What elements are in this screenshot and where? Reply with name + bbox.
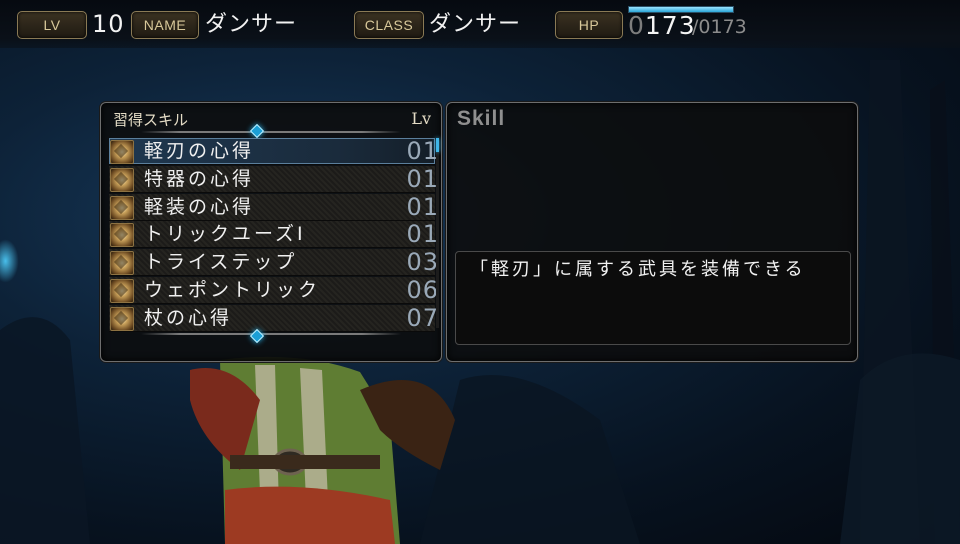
skill-crest-icon xyxy=(110,140,134,164)
skill-row[interactable]: 特器の心得 01 xyxy=(109,165,438,193)
skill-name: トライステップ xyxy=(144,251,298,274)
skill-crest-icon xyxy=(110,251,134,276)
scroll-up-indicator-icon xyxy=(249,123,265,139)
footer-divider xyxy=(141,333,401,335)
skill-level: 03 xyxy=(406,248,439,277)
status-bar: LV 10 NAME ダンサー CLASS ダンサー HP 0173 /0173 xyxy=(0,0,960,48)
skill-list-scrollbar[interactable] xyxy=(436,138,439,328)
skill-name: 軽装の心得 xyxy=(144,195,255,218)
character-name: ダンサー xyxy=(205,12,298,37)
skill-name: トリックユーズⅠ xyxy=(144,223,306,246)
scrollbar-thumb[interactable] xyxy=(436,138,439,152)
skill-description: 「軽刃」に属する武具を装備できる xyxy=(470,259,806,280)
skill-crest-icon xyxy=(110,195,134,220)
skill-name: 軽刃の心得 xyxy=(144,140,255,162)
skill-row[interactable]: 軽刃の心得 01 xyxy=(109,138,438,165)
skill-detail-panel: Skill 「軽刃」に属する武具を装備できる xyxy=(446,102,858,362)
skill-list: 軽刃の心得 01 特器の心得 01 軽装の心得 01 トリックユーズⅠ 01 ト… xyxy=(109,138,438,333)
name-tag: NAME xyxy=(131,11,199,39)
skill-level: 01 xyxy=(406,192,439,221)
level-value: 10 xyxy=(92,10,125,38)
learned-skills-panel: 習得スキル Lv 軽刃の心得 01 特器の心得 01 軽装の心得 01 トリック… xyxy=(100,102,442,362)
skill-name: ウェポントリック xyxy=(144,278,321,301)
skill-level: 06 xyxy=(406,275,439,304)
skill-level: 07 xyxy=(406,303,439,332)
skill-row[interactable]: トライステップ 03 xyxy=(109,249,438,277)
skill-crest-icon xyxy=(110,278,134,303)
skill-row[interactable]: 軽装の心得 01 xyxy=(109,193,438,221)
hp-current-value: 173 xyxy=(644,11,696,40)
skill-level: 01 xyxy=(406,137,439,165)
hp-current-lead: 0 xyxy=(628,11,645,40)
hp-tag: HP xyxy=(555,11,623,39)
skill-crest-icon xyxy=(110,223,134,248)
skill-level: 01 xyxy=(406,220,439,249)
hp-current: 0173 xyxy=(628,11,696,41)
learned-skills-title: 習得スキル xyxy=(113,111,189,129)
class-name: ダンサー xyxy=(429,12,522,37)
skill-crest-icon xyxy=(110,306,134,331)
skill-crest-icon xyxy=(110,167,134,192)
skill-level: 01 xyxy=(406,164,439,193)
skill-row[interactable]: 杖の心得 07 xyxy=(109,304,438,332)
class-tag: CLASS xyxy=(354,11,424,39)
skill-description-box: 「軽刃」に属する武具を装備できる xyxy=(455,251,851,345)
skill-row[interactable]: トリックユーズⅠ 01 xyxy=(109,221,438,249)
skill-row[interactable]: ウェポントリック 06 xyxy=(109,276,438,304)
lv-column-header: Lv xyxy=(411,109,431,128)
header-divider xyxy=(141,131,401,133)
skill-detail-header: Skill xyxy=(457,107,506,130)
skill-name: 特器の心得 xyxy=(144,167,255,190)
hp-max: /0173 xyxy=(692,16,747,38)
lv-tag: LV xyxy=(17,11,87,39)
skill-name: 杖の心得 xyxy=(144,306,233,329)
